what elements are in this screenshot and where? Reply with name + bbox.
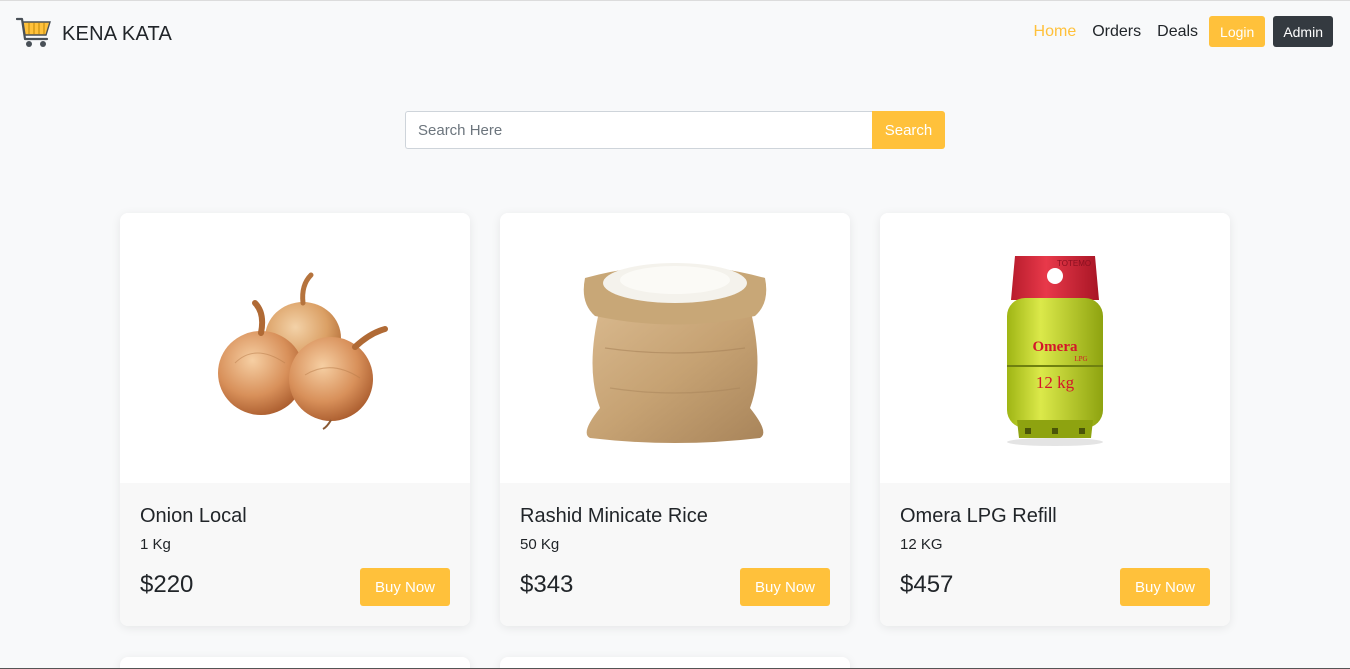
lpg-cylinder-image[interactable]: TOTEMO Omera LPG 12 kg — [995, 248, 1115, 448]
product-quantity: 1 Kg — [140, 536, 171, 553]
search-input[interactable] — [405, 111, 872, 149]
product-quantity: 12 KG — [900, 536, 943, 553]
buy-now-button[interactable]: Buy Now — [360, 568, 450, 606]
buy-now-button[interactable]: Buy Now — [740, 568, 830, 606]
product-price: $220 — [140, 571, 194, 598]
nav-deals[interactable]: Deals — [1157, 23, 1198, 41]
product-card: TOTEMO Omera LPG 12 kg Omera LPG Refill … — [880, 213, 1230, 626]
product-price: $343 — [520, 571, 574, 598]
login-button[interactable]: Login — [1209, 16, 1266, 47]
product-price: $457 — [900, 571, 954, 598]
product-image-area: TOTEMO Omera LPG 12 kg — [880, 213, 1230, 483]
nav-orders[interactable]: Orders — [1092, 23, 1141, 41]
product-card: Rashid Minicate Rice 50 Kg $343 Buy Now — [500, 213, 850, 626]
shopping-cart-icon — [15, 15, 52, 54]
brand[interactable]: KENA KATA — [15, 15, 172, 54]
product-image-area — [500, 213, 850, 483]
nav-home[interactable]: Home — [1034, 23, 1077, 41]
navbar: KENA KATA Home Orders Deals Login Admin — [0, 1, 1350, 63]
admin-button[interactable]: Admin — [1273, 16, 1333, 47]
onion-image[interactable] — [195, 263, 395, 433]
product-name: Omera LPG Refill — [900, 505, 1057, 527]
search-bar: Search — [405, 111, 945, 149]
nav-links: Home Orders Deals Login Admin — [1034, 16, 1333, 47]
cylinder-weight-text: 12 kg — [1036, 373, 1075, 392]
product-info: Rashid Minicate Rice 50 Kg $343 Buy Now — [500, 483, 850, 626]
product-info: Onion Local 1 Kg $220 Buy Now — [120, 483, 470, 626]
rice-sack-image[interactable] — [570, 248, 780, 448]
brand-name: KENA KATA — [62, 23, 172, 45]
product-image-area — [120, 213, 470, 483]
product-name: Onion Local — [140, 505, 247, 527]
product-info: Omera LPG Refill 12 KG $457 Buy Now — [880, 483, 1230, 626]
product-card: Onion Local 1 Kg $220 Buy Now — [120, 213, 470, 626]
search-button[interactable]: Search — [872, 111, 945, 149]
product-quantity: 50 Kg — [520, 536, 560, 553]
cylinder-maker-text: TOTEMO — [1057, 259, 1091, 268]
cylinder-brand-text: Omera — [1033, 339, 1078, 355]
cylinder-lpg-text: LPG — [1074, 355, 1087, 363]
buy-now-button[interactable]: Buy Now — [1120, 568, 1210, 606]
product-name: Rashid Minicate Rice — [520, 505, 708, 527]
